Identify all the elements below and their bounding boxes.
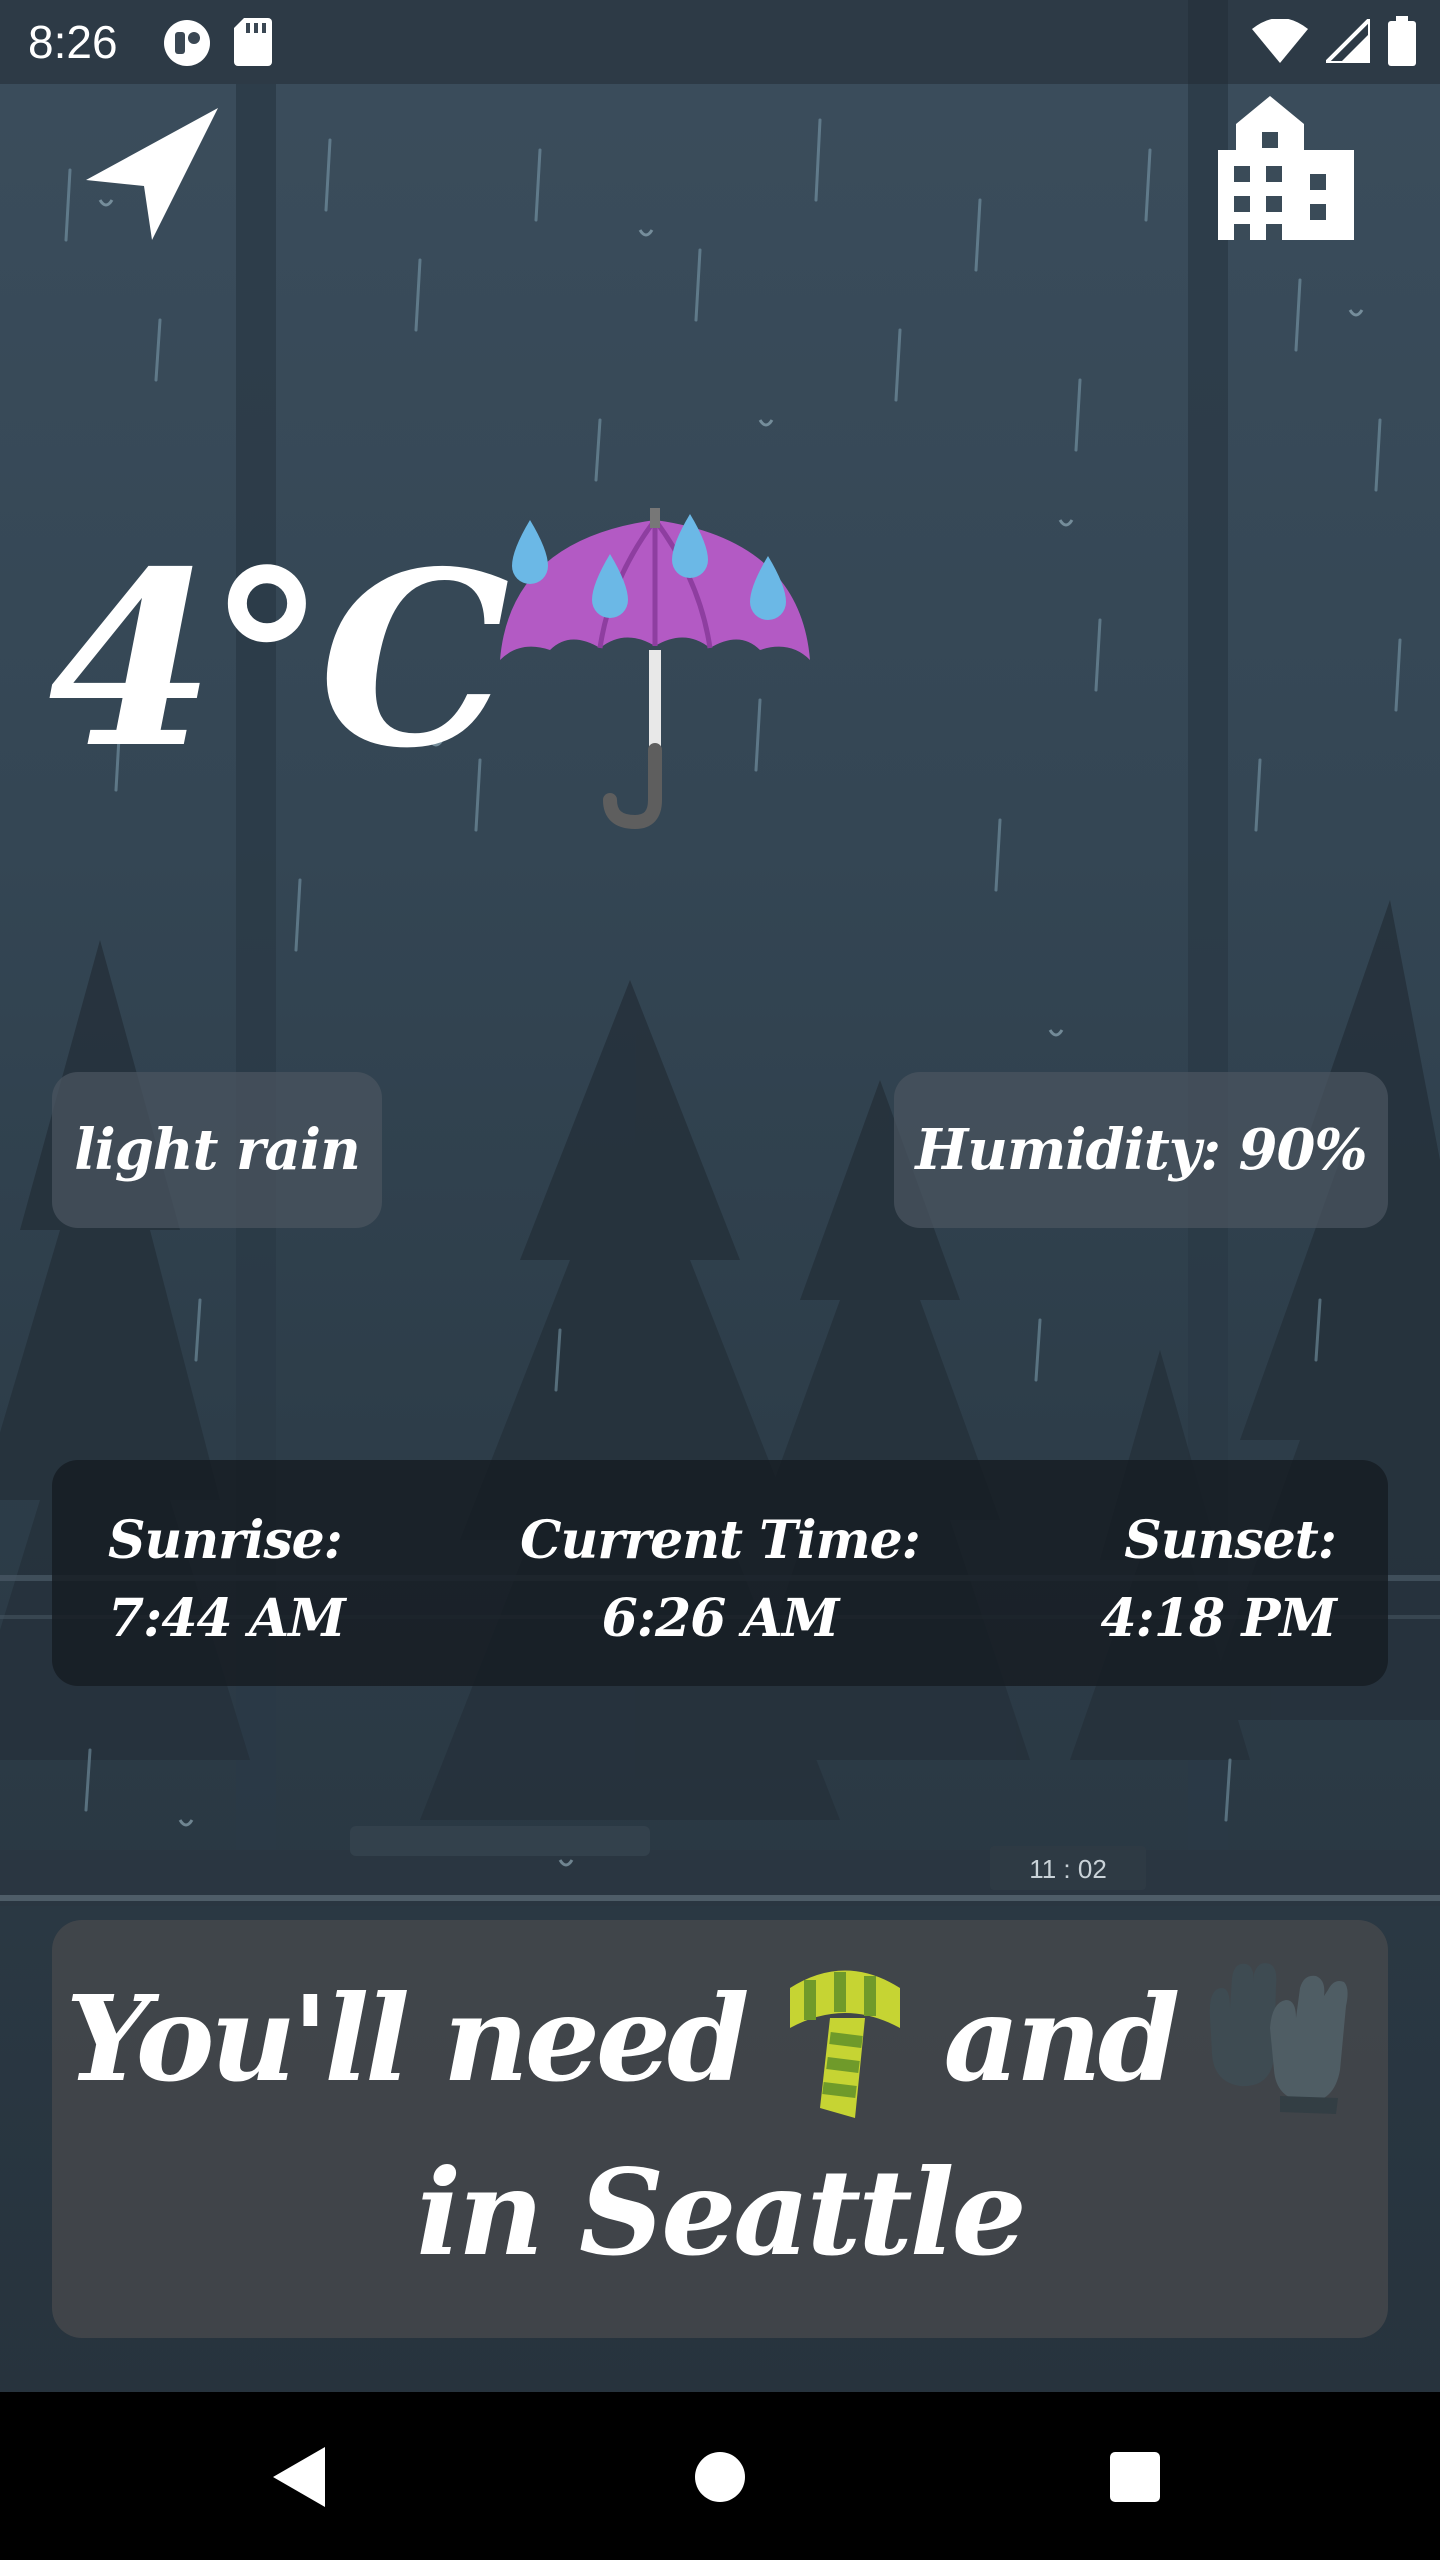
- advice-line-1: You'll need and: [52, 1948, 1388, 2128]
- sun-times-panel: Sunrise: 7:44 AM Current Time: 6:26 AM S…: [52, 1460, 1388, 1686]
- status-left-icons: [162, 18, 272, 72]
- home-circle-icon: [695, 2452, 745, 2502]
- sunset-label: Sunset:: [1124, 1510, 1337, 1571]
- umbrella-with-rain-drops-emoji: [490, 500, 820, 830]
- gloves-emoji: [1200, 1958, 1350, 2118]
- city-building-icon: [1218, 96, 1354, 240]
- clothing-advice-card: You'll need and in Seattle: [52, 1920, 1388, 2338]
- weather-description-chip: light rain: [52, 1072, 382, 1228]
- temperature-reading: 4°C: [48, 519, 510, 801]
- home-button[interactable]: [675, 2432, 765, 2522]
- humidity-value: Humidity: 90%: [915, 1117, 1367, 1183]
- wifi-icon: [1252, 18, 1308, 67]
- weather-description: light rain: [74, 1117, 361, 1183]
- choose-city-button[interactable]: [1218, 96, 1354, 240]
- status-time: 8:26: [28, 16, 118, 68]
- notification-app-icon: [162, 18, 212, 72]
- battery-icon: [1388, 16, 1416, 70]
- humidity-chip: Humidity: 90%: [894, 1072, 1388, 1228]
- back-triangle-icon: [273, 2447, 325, 2507]
- sunset-value: 4:18 PM: [1100, 1588, 1337, 1649]
- status-bar: 8:26: [0, 0, 1440, 84]
- scarf-emoji: [770, 1958, 920, 2118]
- sunset-column: Sunset: 4:18 PM: [1100, 1502, 1337, 1658]
- back-button[interactable]: [254, 2432, 344, 2522]
- recents-button[interactable]: [1090, 2432, 1180, 2522]
- status-right-icons: [1252, 14, 1416, 70]
- advice-text-part2: and: [943, 1968, 1181, 2108]
- recents-square-icon: [1110, 2452, 1160, 2502]
- background-clock-label: 11 : 02: [1029, 1854, 1107, 1884]
- advice-text-part1: You'll need: [65, 1968, 750, 2108]
- current-location-button[interactable]: [86, 104, 222, 240]
- sd-card-icon: [234, 18, 272, 72]
- navigation-arrow-icon: [86, 108, 218, 240]
- cellular-signal-icon: [1321, 14, 1372, 67]
- advice-line-2: in Seattle: [416, 2142, 1026, 2282]
- system-navigation-bar: [0, 2392, 1440, 2560]
